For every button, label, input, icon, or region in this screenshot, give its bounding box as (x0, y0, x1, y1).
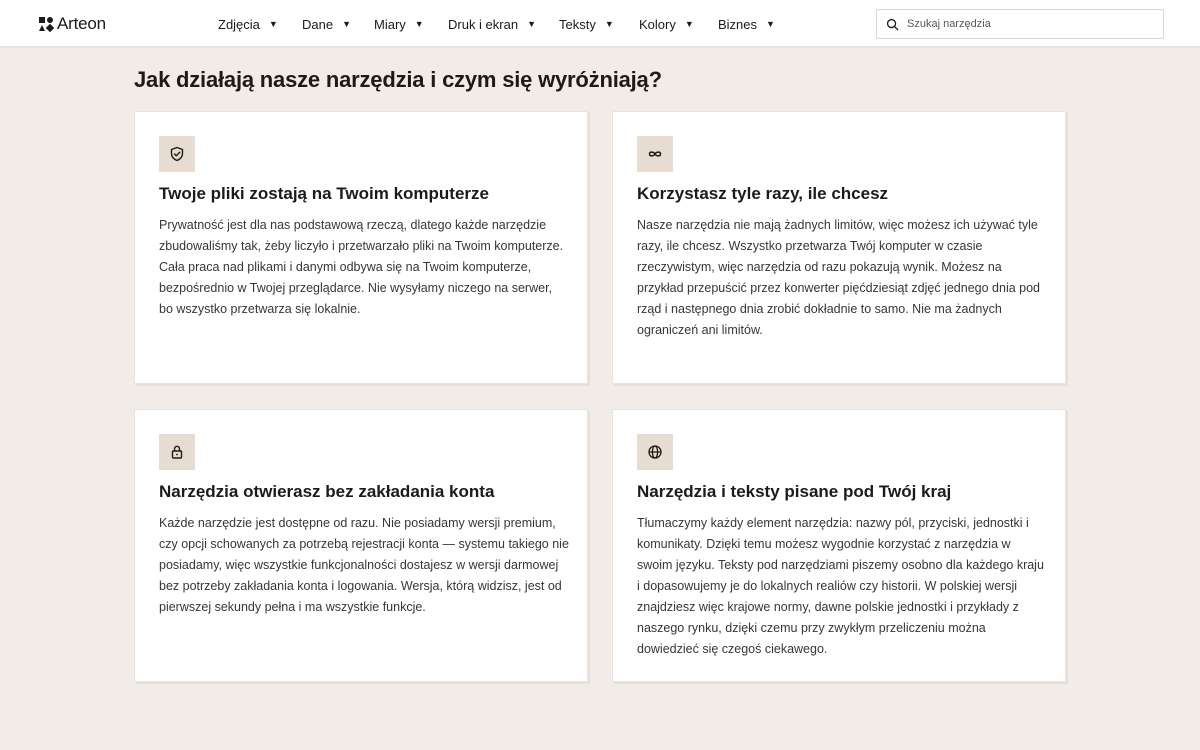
card-icon-box (637, 136, 673, 172)
feature-card-privacy: Twoje pliki zostają na Twoim komputerze … (134, 111, 588, 384)
lock-icon (171, 445, 183, 459)
nav-item-druk-i-ekran[interactable]: Druk i ekran ▼ (448, 15, 536, 33)
card-icon-box (637, 434, 673, 470)
feature-card-unlimited: Korzystasz tyle razy, ile chcesz Nasze n… (612, 111, 1066, 384)
nav-item-label: Biznes (718, 16, 758, 32)
card-title: Twoje pliki zostają na Twoim komputerze (159, 184, 489, 203)
caret-down-icon: ▼ (684, 18, 694, 29)
nav-item-label: Zdjęcia (218, 16, 260, 32)
nav-item-label: Kolory (639, 16, 676, 32)
nav-item-label: Miary (374, 16, 406, 32)
card-text: Prywatność jest dla nas podstawową rzecz… (159, 218, 564, 316)
card-text: Nasze narzędzia nie mają żadnych limitów… (637, 218, 1040, 337)
card-title: Narzędzia i teksty pisane pod Twój kraj (637, 482, 952, 501)
card-text: Tłumaczymy każdy element narzędzia: nazw… (637, 516, 1044, 656)
infinity-icon (648, 151, 662, 157)
nav-item-biznes[interactable]: Biznes ▼ (718, 15, 775, 33)
nav-item-label: Teksty (559, 16, 596, 32)
card-icon-box (159, 434, 195, 470)
nav-item-dane[interactable]: Dane ▼ (302, 15, 351, 33)
arteon-logo-icon (39, 17, 54, 32)
search-icon[interactable] (886, 18, 899, 31)
caret-down-icon: ▼ (527, 18, 536, 29)
search-box[interactable] (876, 9, 1164, 39)
caret-down-icon: ▼ (414, 18, 424, 29)
caret-down-icon: ▼ (342, 18, 351, 29)
top-header: Arteon Zdjęcia ▼ Dane ▼ Miary ▼ Druk i e… (0, 0, 1200, 47)
nav-item-kolory[interactable]: Kolory ▼ (639, 15, 694, 33)
section-title: Jak działają nasze narzędzia i czym się … (134, 67, 662, 92)
nav-item-label: Druk i ekran (448, 16, 519, 32)
feature-card-no-account: Narzędzia otwierasz bez zakładania konta… (134, 409, 588, 682)
globe-icon (648, 445, 662, 459)
logo-text: Arteon (57, 14, 106, 33)
logo-link[interactable]: Arteon (38, 13, 106, 35)
search-input[interactable] (907, 10, 1157, 38)
nav-item-zdjecia[interactable]: Zdjęcia ▼ (218, 15, 278, 33)
card-icon-box (159, 136, 195, 172)
card-title: Korzystasz tyle razy, ile chcesz (637, 184, 889, 203)
nav-item-teksty[interactable]: Teksty ▼ (559, 15, 614, 33)
shield-check-icon (170, 146, 184, 162)
feature-card-localized: Narzędzia i teksty pisane pod Twój kraj … (612, 409, 1066, 682)
caret-down-icon: ▼ (604, 18, 614, 29)
nav-item-label: Dane (302, 16, 334, 32)
card-text: Każde narzędzie jest dostępne od razu. N… (159, 516, 569, 614)
caret-down-icon: ▼ (268, 18, 278, 29)
card-title: Narzędzia otwierasz bez zakładania konta (159, 482, 495, 501)
nav-item-miary[interactable]: Miary ▼ (374, 15, 424, 33)
caret-down-icon: ▼ (766, 18, 775, 29)
